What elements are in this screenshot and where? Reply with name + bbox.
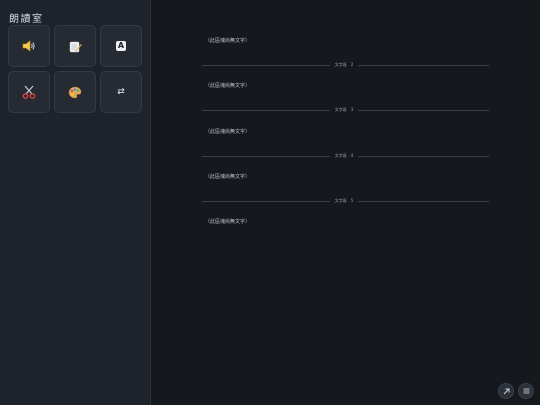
divider-line [358, 65, 489, 66]
memo-button[interactable] [54, 25, 96, 67]
scissors-button[interactable] [8, 71, 50, 113]
section-divider-3: 文字區 3 [202, 107, 489, 113]
share-button[interactable] [498, 383, 514, 399]
paragraph-2[interactable]: （此區塊尚無文字） [205, 82, 250, 89]
letter-a-button[interactable]: A [100, 25, 142, 67]
letter-a-icon: A [116, 41, 126, 51]
divider-line [358, 110, 489, 111]
menu-button[interactable] [518, 383, 534, 399]
scissors-icon [22, 85, 36, 99]
section-divider-5: 文字區 5 [202, 198, 489, 204]
divider-line [202, 156, 330, 157]
divider-label: 文字區 5 [334, 198, 354, 203]
paragraph-3[interactable]: （此區塊尚無文字） [205, 128, 250, 135]
divider-label: 文字區 2 [334, 62, 354, 67]
divider-line [358, 201, 489, 202]
app-window: 朗讀室 A ⇄ （此區塊尚無文字） 文字區 2 （此區塊尚無文字） 文字區 3 … [0, 0, 540, 405]
memo-icon [69, 41, 82, 52]
app-title: 朗讀室 [9, 14, 44, 25]
sidebar: 朗讀室 A ⇄ [0, 0, 151, 405]
section-divider-4: 文字區 4 [202, 153, 489, 159]
speaker-button[interactable] [8, 25, 50, 67]
swap-icon: ⇄ [117, 87, 125, 97]
tool-grid: A ⇄ [8, 25, 142, 113]
divider-line [202, 201, 330, 202]
divider-label: 文字區 3 [334, 107, 354, 112]
paragraph-4[interactable]: （此區塊尚無文字） [205, 173, 250, 180]
divider-label: 文字區 4 [334, 153, 354, 158]
palette-button[interactable] [54, 71, 96, 113]
paragraph-1[interactable]: （此區塊尚無文字） [205, 37, 250, 44]
divider-line [358, 156, 489, 157]
section-divider-2: 文字區 2 [202, 62, 489, 68]
hamburger-menu-icon [523, 388, 529, 394]
speaker-icon [22, 40, 35, 52]
letter-a-glyph: A [117, 41, 125, 50]
arrow-up-right-icon [503, 388, 509, 394]
paragraph-5[interactable]: （此區塊尚無文字） [205, 218, 250, 225]
divider-line [202, 110, 330, 111]
swap-button[interactable]: ⇄ [100, 71, 142, 113]
divider-line [202, 65, 330, 66]
palette-icon [68, 86, 82, 98]
document-area: （此區塊尚無文字） 文字區 2 （此區塊尚無文字） 文字區 3 （此區塊尚無文字… [152, 0, 540, 405]
